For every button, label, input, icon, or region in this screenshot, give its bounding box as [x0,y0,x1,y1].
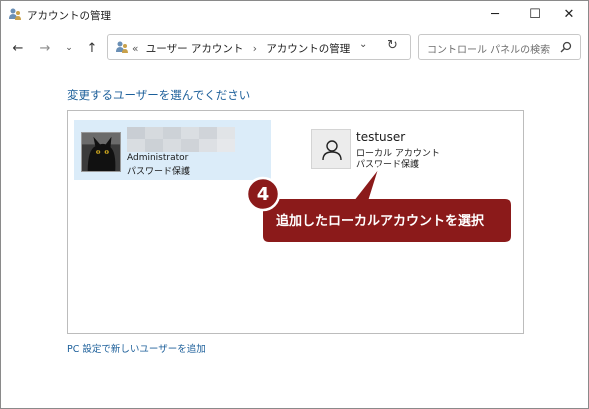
breadcrumb-manage-accounts[interactable]: アカウントの管理 [266,43,350,55]
address-bar[interactable]: « ユーザー アカウント › アカウントの管理 ⌄ ↻ [107,34,411,60]
step-number-badge: 4 [256,183,270,205]
close-button[interactable]: ✕ [549,1,589,27]
breadcrumb-separator-icon[interactable]: › [253,43,257,55]
account-tile-testuser[interactable] [311,129,351,169]
account-management-window: アカウントの管理 ─ ☐ ✕ ← → ⌄ ↑ « ユーザー アカウント › アカ… [0,0,589,409]
minimize-button[interactable]: ─ [475,1,515,27]
refresh-icon[interactable]: ↻ [387,38,398,53]
breadcrumb: « ユーザー アカウント › アカウントの管理 [132,41,350,56]
title-bar: アカウントの管理 ─ ☐ ✕ [1,1,588,29]
search-placeholder: コントロール パネルの検索 [427,45,551,56]
account-password-status: パスワード保護 [356,160,420,170]
search-icon[interactable] [559,40,573,54]
navigation-bar: ← → ⌄ ↑ « ユーザー アカウント › アカウントの管理 ⌄ ↻ コントロ… [1,29,588,67]
up-arrow-icon[interactable]: ↑ [83,39,101,57]
user-accounts-icon [116,41,128,53]
annotation-text: 追加したローカルアカウントを選択 [276,214,485,229]
breadcrumb-overflow[interactable]: « [132,43,138,55]
forward-arrow-icon[interactable]: → [36,39,54,57]
search-input[interactable]: コントロール パネルの検索 [418,34,581,60]
back-arrow-icon[interactable]: ← [9,39,27,57]
account-password-status: パスワード保護 [127,167,191,177]
address-dropdown-icon[interactable]: ⌄ [359,39,367,50]
breadcrumb-user-accounts[interactable]: ユーザー アカウント [146,43,244,55]
window-title: アカウントの管理 [27,10,111,22]
cat-avatar-icon [81,132,121,172]
user-accounts-icon [9,8,21,20]
person-icon [322,140,342,161]
page-heading: 変更するユーザーを選んでください [67,88,251,102]
account-name-blurred [127,127,235,152]
recent-locations-chevron-icon[interactable]: ⌄ [60,39,78,57]
account-role: Administrator [127,153,189,163]
add-user-link[interactable]: PC 設定で新しいユーザーを追加 [67,341,206,355]
account-name[interactable]: testuser [356,130,405,144]
